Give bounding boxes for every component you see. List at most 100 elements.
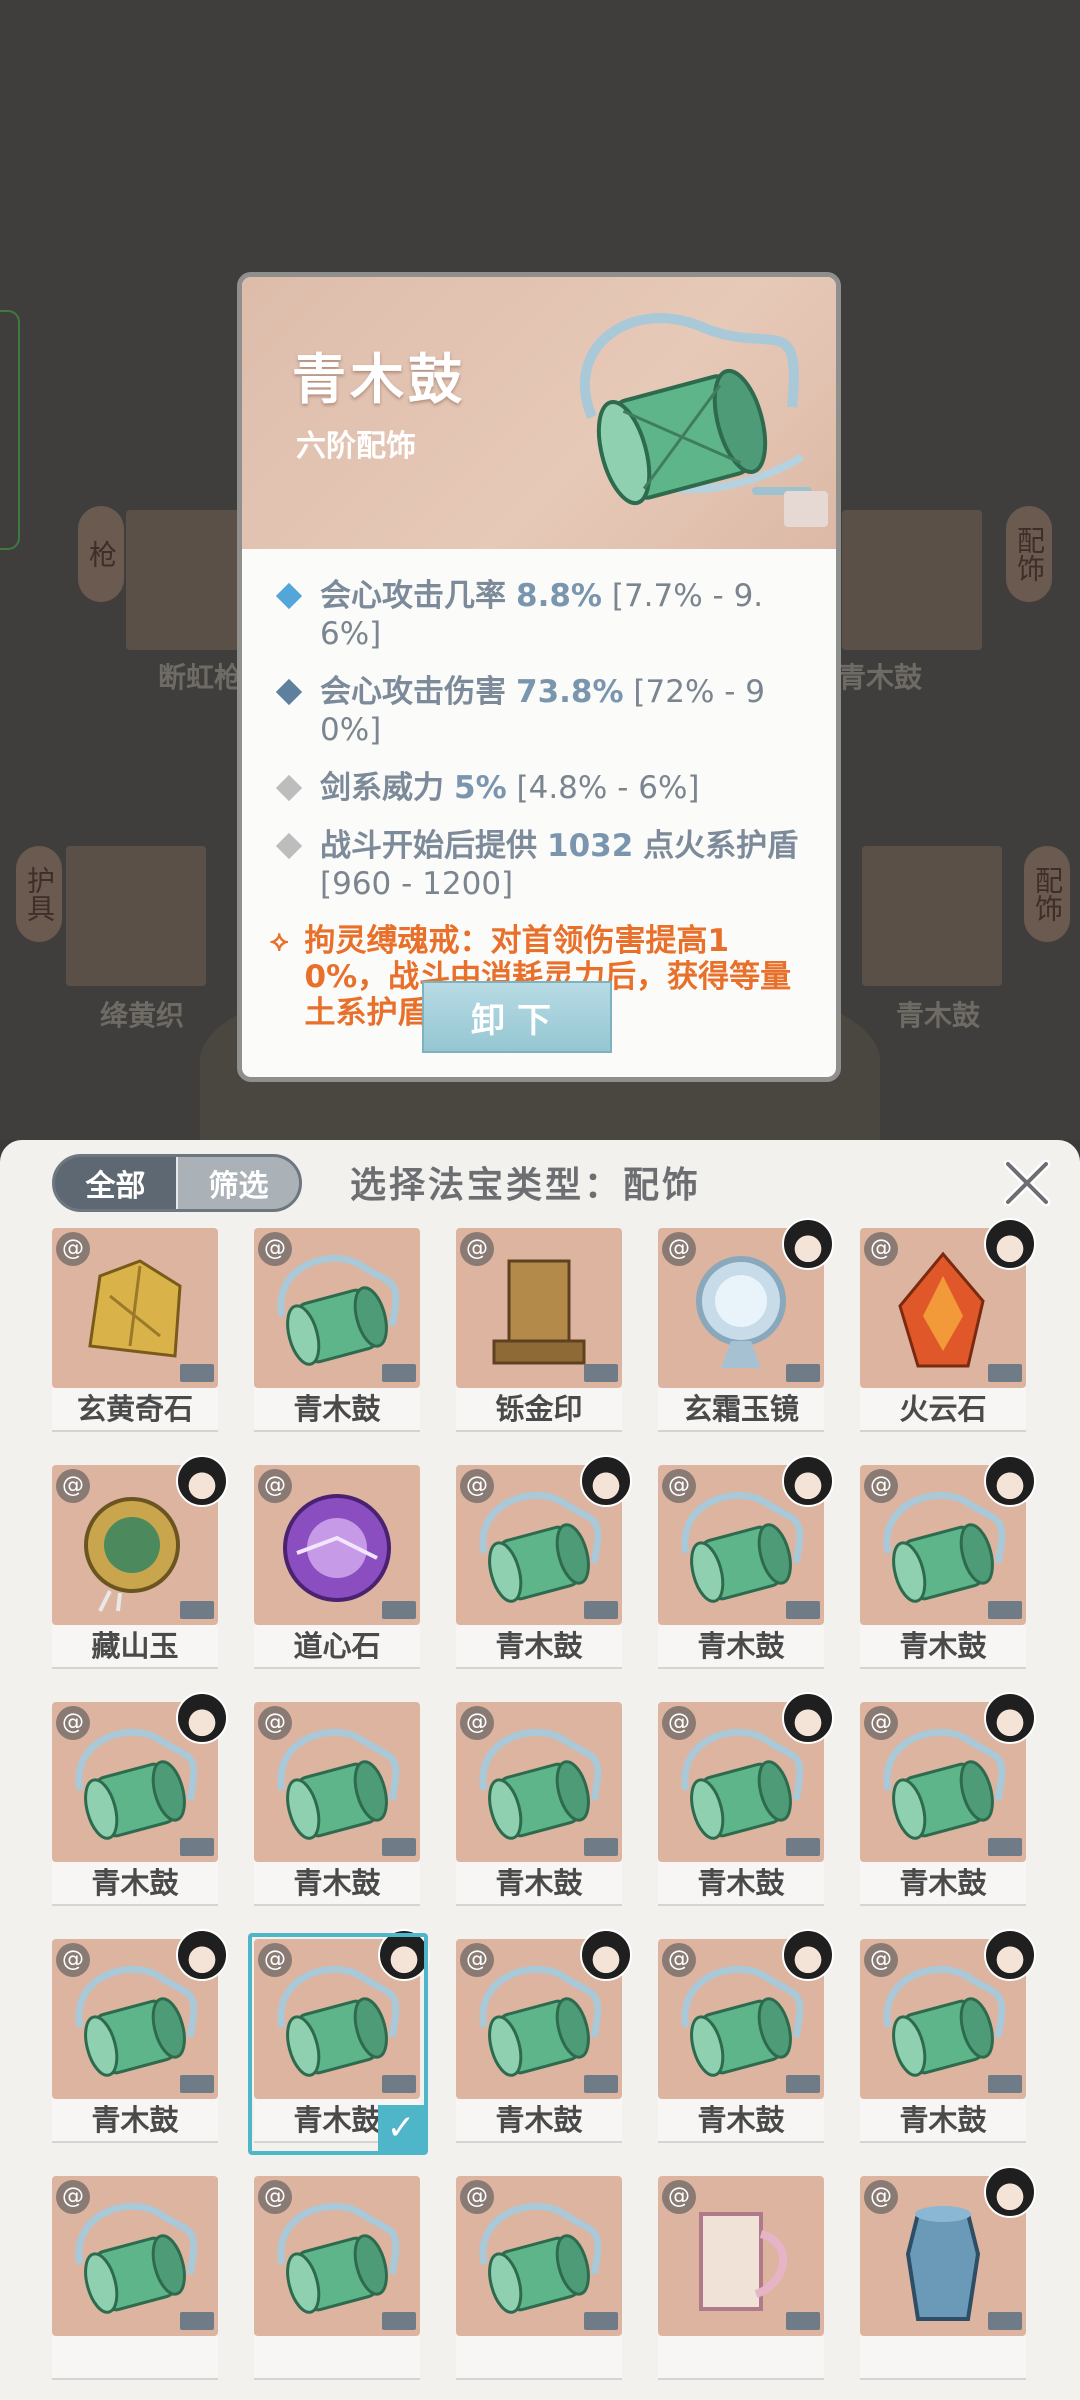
- item-label: 青木鼓: [658, 2099, 824, 2143]
- item-slot[interactable]: @ 铄金印: [456, 1228, 622, 1438]
- item-art: @: [254, 1228, 420, 1388]
- item-slot[interactable]: @ 青木鼓 ✓: [248, 1929, 430, 2155]
- drum-icon: [479, 1965, 602, 2077]
- item-label: 青木鼓: [860, 2099, 1026, 2143]
- swirl-icon: @: [460, 1469, 494, 1503]
- item-art: @: [456, 1228, 622, 1388]
- item-slot[interactable]: @ 青木鼓: [456, 1929, 632, 2149]
- item-name: 青木鼓: [292, 348, 466, 411]
- owner-avatar: [176, 1692, 228, 1744]
- owner-avatar: [782, 1455, 834, 1507]
- owner-avatar: [580, 1929, 632, 1981]
- drum-icon: [277, 1254, 400, 1366]
- item-slot[interactable]: @ 火云石: [860, 1218, 1036, 1438]
- level-badge: [786, 1838, 820, 1856]
- owner-avatar: [580, 1455, 632, 1507]
- swirl-icon: @: [56, 2180, 90, 2214]
- drum-icon: [277, 1965, 400, 2077]
- filter-tabs: 全部 筛选: [52, 1154, 302, 1212]
- owner-avatar: [378, 1929, 430, 1981]
- stone-icon: [88, 1259, 182, 1358]
- item-label: 青木鼓: [254, 1862, 420, 1906]
- item-slot[interactable]: @: [52, 2176, 218, 2386]
- unequip-button[interactable]: 卸下: [422, 981, 612, 1053]
- level-badge: [382, 1601, 416, 1619]
- owner-avatar: [984, 1218, 1036, 1270]
- check-icon: ✓: [378, 2105, 424, 2151]
- swirl-icon: @: [662, 2180, 696, 2214]
- tab-filter[interactable]: 筛选: [176, 1157, 299, 1209]
- swirl-icon: @: [864, 1943, 898, 1977]
- stat-row: 会心攻击伤害 73.8% [72% - 90%]: [270, 673, 810, 749]
- drum-icon: [681, 1965, 804, 2077]
- level-badge: [988, 1838, 1022, 1856]
- item-slot[interactable]: @: [860, 2166, 1036, 2386]
- item-slot[interactable]: @ 青木鼓: [658, 1455, 834, 1675]
- item-slot[interactable]: @: [456, 2176, 622, 2386]
- item-label: [254, 2336, 420, 2380]
- level-badge: [180, 2312, 214, 2330]
- equip-slot-accessory-2[interactable]: [862, 846, 1002, 986]
- stat-row: 剑系威力 5% [4.8% - 6%]: [270, 769, 810, 807]
- grey-diamond-icon: [275, 832, 303, 860]
- drum-icon: [883, 1728, 1006, 1840]
- level-badge: [786, 1601, 820, 1619]
- close-icon[interactable]: [1000, 1156, 1054, 1210]
- item-label: 铄金印: [456, 1388, 622, 1432]
- item-slot[interactable]: @ 青木鼓: [860, 1692, 1036, 1912]
- item-label: 青木鼓: [254, 2099, 420, 2143]
- tab-all[interactable]: 全部: [55, 1157, 176, 1209]
- swirl-icon: @: [864, 1706, 898, 1740]
- level-badge: [180, 1601, 214, 1619]
- item-slot[interactable]: @ 青木鼓: [456, 1455, 632, 1675]
- item-slot[interactable]: @ 玄霜玉镜: [658, 1218, 834, 1438]
- item-label: 青木鼓: [456, 1625, 622, 1669]
- swirl-icon: @: [258, 2180, 292, 2214]
- item-label: 青木鼓: [254, 1388, 420, 1432]
- swirl-icon: @: [662, 1469, 696, 1503]
- stat-range: [4.8% - 6%]: [516, 770, 700, 806]
- item-slot[interactable]: @ 青木鼓: [254, 1702, 420, 1912]
- level-badge: [382, 1364, 416, 1382]
- equip-slot-armor[interactable]: [66, 846, 206, 986]
- item-label: 青木鼓: [456, 1862, 622, 1906]
- owner-avatar: [782, 1929, 834, 1981]
- level-badge: [786, 2312, 820, 2330]
- item-level-badge: [784, 491, 828, 527]
- item-slot[interactable]: @ 藏山玉: [52, 1455, 228, 1675]
- drum-icon: [75, 1728, 198, 1840]
- swirl-icon: @: [258, 1232, 292, 1266]
- drum-icon: [681, 1491, 804, 1603]
- side-tag: 配饰: [1006, 506, 1052, 602]
- stat-row: 会心攻击几率 8.8% [7.7% - 9.6%]: [270, 577, 810, 653]
- item-slot[interactable]: @ 青木鼓: [658, 1692, 834, 1912]
- level-badge: [988, 1364, 1022, 1382]
- item-slot[interactable]: @: [254, 2176, 420, 2386]
- item-slot[interactable]: @: [658, 2176, 824, 2386]
- item-slot[interactable]: @ 玄黄奇石: [52, 1228, 218, 1438]
- item-slot[interactable]: @ 青木鼓: [52, 1692, 228, 1912]
- swirl-icon: @: [864, 1469, 898, 1503]
- level-badge: [180, 2075, 214, 2093]
- owner-avatar: [176, 1455, 228, 1507]
- item-slot[interactable]: @ 青木鼓: [860, 1455, 1036, 1675]
- item-label: 青木鼓: [52, 2099, 218, 2143]
- item-label: [860, 2336, 1026, 2380]
- stat-unit: 点火系护盾: [643, 828, 799, 864]
- item-slot[interactable]: @ 青木鼓: [456, 1702, 622, 1912]
- drum-icon: [883, 1491, 1006, 1603]
- item-art: @: [254, 1939, 420, 2099]
- item-label: 青木鼓: [860, 1862, 1026, 1906]
- item-slot[interactable]: @ 青木鼓: [658, 1929, 834, 2149]
- item-slot[interactable]: @ 青木鼓: [860, 1929, 1036, 2149]
- side-panel-handle[interactable]: [0, 310, 20, 550]
- equip-slot-accessory[interactable]: [842, 510, 982, 650]
- blue-diamond-icon: [275, 582, 303, 610]
- item-slot[interactable]: @ 青木鼓: [254, 1228, 420, 1438]
- item-slot[interactable]: @ 青木鼓: [52, 1929, 228, 2149]
- level-badge: [180, 1838, 214, 1856]
- item-slot[interactable]: @ 道心石: [254, 1465, 420, 1675]
- drum-icon: [277, 1728, 400, 1840]
- scroll-icon: [699, 2212, 788, 2311]
- swirl-icon: @: [662, 1706, 696, 1740]
